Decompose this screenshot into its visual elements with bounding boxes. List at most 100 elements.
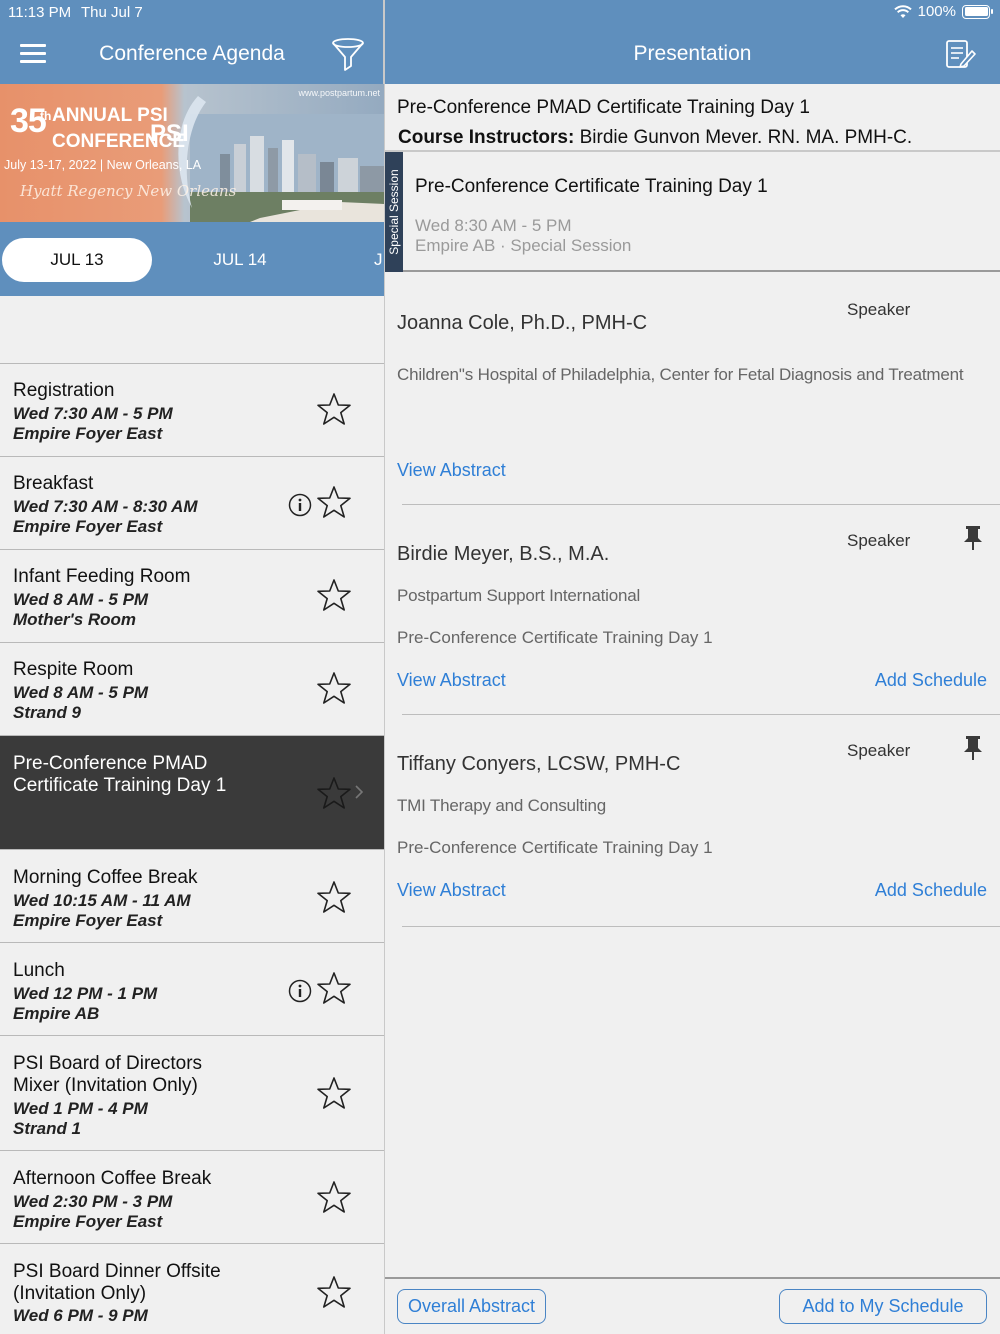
speaker-session: Pre-Conference Certificate Training Day …	[397, 628, 713, 647]
status-date: Thu Jul 7	[81, 4, 143, 21]
agenda-item-board-dinner[interactable]: PSI Board Dinner Offsite (Invitation Onl…	[0, 1244, 384, 1334]
speaker-affiliation: Children''s Hospital of Philadelphia, Ce…	[397, 365, 964, 384]
banner-suffix: th	[40, 109, 52, 123]
star-icon[interactable]	[316, 671, 352, 707]
agenda-item-title: Registration	[13, 380, 115, 401]
battery-percent: 100%	[917, 3, 956, 20]
agenda-item-lunch[interactable]: Lunch Wed 12 PM - 1 PM Empire AB	[0, 943, 384, 1036]
agenda-item-title: Morning Coffee Break	[13, 867, 198, 888]
agenda-item-time: Wed 2:30 PM - 3 PM	[13, 1192, 173, 1211]
speaker-name: Joanna Cole, Ph.D., PMH-C	[397, 312, 648, 334]
presentation-title-header: Presentation	[633, 42, 752, 65]
view-abstract-link[interactable]: View Abstract	[397, 670, 506, 691]
agenda-item-room: Mother's Room	[13, 610, 137, 629]
psi-logo-text: PSI	[150, 120, 189, 147]
session-time: Wed 8:30 AM - 5 PM	[415, 216, 572, 235]
agenda-item-respite-room[interactable]: Respite Room Wed 8 AM - 5 PM Strand 9	[0, 643, 384, 736]
view-abstract-link[interactable]: View Abstract	[397, 460, 506, 481]
chevron-right-icon	[355, 785, 364, 799]
agenda-item-title: Respite Room	[13, 659, 134, 680]
agenda-item-registration[interactable]: Registration Wed 7:30 AM - 5 PM Empire F…	[0, 364, 384, 457]
agenda-item-room: Empire Foyer East	[13, 911, 163, 930]
agenda-item-time: Wed 7:30 AM - 5 PM	[13, 404, 173, 423]
presentation-info: Pre-Conference PMAD Certificate Training…	[385, 84, 1000, 152]
star-icon[interactable]	[316, 1180, 352, 1216]
agenda-blank-row	[0, 296, 384, 364]
star-icon[interactable]	[316, 485, 352, 521]
star-icon[interactable]	[316, 1275, 352, 1311]
info-icon[interactable]	[288, 493, 312, 517]
speaker-session: Pre-Conference Certificate Training Day …	[397, 838, 713, 857]
view-abstract-link[interactable]: View Abstract	[397, 880, 506, 901]
banner-url: www.postpartum.net	[298, 88, 380, 98]
speaker-role: Speaker	[847, 531, 911, 550]
star-icon[interactable]	[316, 1076, 352, 1112]
agenda-item-title: Infant Feeding Room	[13, 566, 191, 587]
course-instructors: Course Instructors: Birdie Gunvon Mever.…	[398, 127, 912, 149]
date-tab-jul14[interactable]: JUL 14	[170, 238, 310, 282]
speaker-affiliation: Postpartum Support International	[397, 586, 641, 605]
city-skyline-image	[190, 114, 384, 222]
agenda-item-afternoon-coffee[interactable]: Afternoon Coffee Break Wed 2:30 PM - 3 P…	[0, 1151, 384, 1244]
agenda-item-pmad-training-selected[interactable]: Pre-Conference PMAD Certificate Training…	[0, 736, 384, 850]
wifi-icon	[893, 4, 912, 18]
add-schedule-link[interactable]: Add Schedule	[875, 670, 987, 691]
agenda-item-title-line2: Certificate Training Day 1	[13, 775, 227, 796]
speaker-role: Speaker	[847, 300, 911, 319]
add-to-my-schedule-button[interactable]: Add to My Schedule	[779, 1289, 987, 1324]
agenda-item-time: Wed 7:30 AM - 8:30 AM	[13, 497, 198, 516]
agenda-list: Registration Wed 7:30 AM - 5 PM Empire F…	[0, 364, 384, 1334]
agenda-item-room: Strand 1	[13, 1119, 82, 1138]
presentation-title: Pre-Conference PMAD Certificate Training…	[397, 97, 810, 118]
agenda-item-board-mixer[interactable]: PSI Board of Directors Mixer (Invitation…	[0, 1036, 384, 1151]
speaker-separator	[402, 926, 1000, 927]
speaker-affiliation: TMI Therapy and Consulting	[397, 796, 606, 815]
speaker-name: Birdie Meyer, B.S., M.A.	[397, 543, 610, 565]
agenda-item-breakfast[interactable]: Breakfast Wed 7:30 AM - 8:30 AM Empire F…	[0, 457, 384, 550]
agenda-item-room: Empire AB	[13, 1004, 100, 1023]
agenda-item-infant-feeding[interactable]: Infant Feeding Room Wed 8 AM - 5 PM Moth…	[0, 550, 384, 643]
speaker-role: Speaker	[847, 741, 911, 760]
instructors-label: Course Instructors:	[398, 127, 575, 148]
session-title: Pre-Conference Certificate Training Day …	[415, 176, 768, 197]
session-type-tag: Special Session	[385, 152, 403, 272]
agenda-item-time: Wed 12 PM - 1 PM	[13, 984, 158, 1003]
star-icon[interactable]	[316, 578, 352, 614]
agenda-title: Conference Agenda	[99, 42, 285, 65]
banner-script: Hyatt Regency New Orleans	[20, 182, 237, 200]
status-time: 11:13 PM	[8, 4, 72, 21]
speaker-card: Tiffany Conyers, LCSW, PMH-C Speaker TMI…	[385, 715, 1000, 927]
pin-icon[interactable]	[961, 735, 985, 761]
star-icon[interactable]	[316, 392, 352, 428]
agenda-item-title: Breakfast	[13, 473, 94, 494]
overall-abstract-button[interactable]: Overall Abstract	[397, 1289, 546, 1324]
agenda-item-time: Wed 8 AM - 5 PM	[13, 590, 149, 609]
date-tab-jul13[interactable]: JUL 13	[2, 238, 152, 282]
agenda-item-title-line1: Pre-Conference PMAD	[13, 753, 208, 774]
conference-banner: 35 th ANNUAL PSI CONFERENCE PSI July 13-…	[0, 84, 384, 222]
agenda-item-room: Empire Foyer East	[13, 1212, 163, 1231]
date-tab-next[interactable]: J	[374, 238, 383, 282]
speaker-card: Birdie Meyer, B.S., M.A. Speaker Postpar…	[385, 505, 1000, 715]
agenda-item-title-line2: (Invitation Only)	[13, 1283, 147, 1304]
star-icon[interactable]	[316, 880, 352, 916]
notes-edit-icon[interactable]	[944, 38, 976, 70]
agenda-item-room: Strand 9	[13, 703, 82, 722]
agenda-item-title-line1: PSI Board Dinner Offsite	[13, 1261, 221, 1282]
status-bar: 11:13 PM Thu Jul 7 100%	[0, 0, 1000, 26]
agenda-item-title-line2: Mixer (Invitation Only)	[13, 1075, 198, 1096]
info-icon[interactable]	[288, 979, 312, 1003]
agenda-item-room: Empire Foyer East	[13, 424, 163, 443]
filter-funnel-icon[interactable]	[330, 36, 366, 72]
pin-icon[interactable]	[961, 525, 985, 551]
battery-icon	[962, 4, 993, 19]
agenda-item-morning-coffee[interactable]: Morning Coffee Break Wed 10:15 AM - 11 A…	[0, 850, 384, 943]
session-card[interactable]: Special Session Pre-Conference Certifica…	[385, 152, 1000, 272]
session-location: Empire AB · Special Session	[415, 236, 632, 255]
agenda-item-room: Empire Foyer East	[13, 517, 163, 536]
agenda-item-time: Wed 6 PM - 9 PM	[13, 1306, 148, 1325]
add-schedule-link[interactable]: Add Schedule	[875, 880, 987, 901]
star-icon[interactable]	[316, 776, 352, 812]
star-icon[interactable]	[316, 971, 352, 1007]
agenda-item-title: Afternoon Coffee Break	[13, 1168, 212, 1189]
